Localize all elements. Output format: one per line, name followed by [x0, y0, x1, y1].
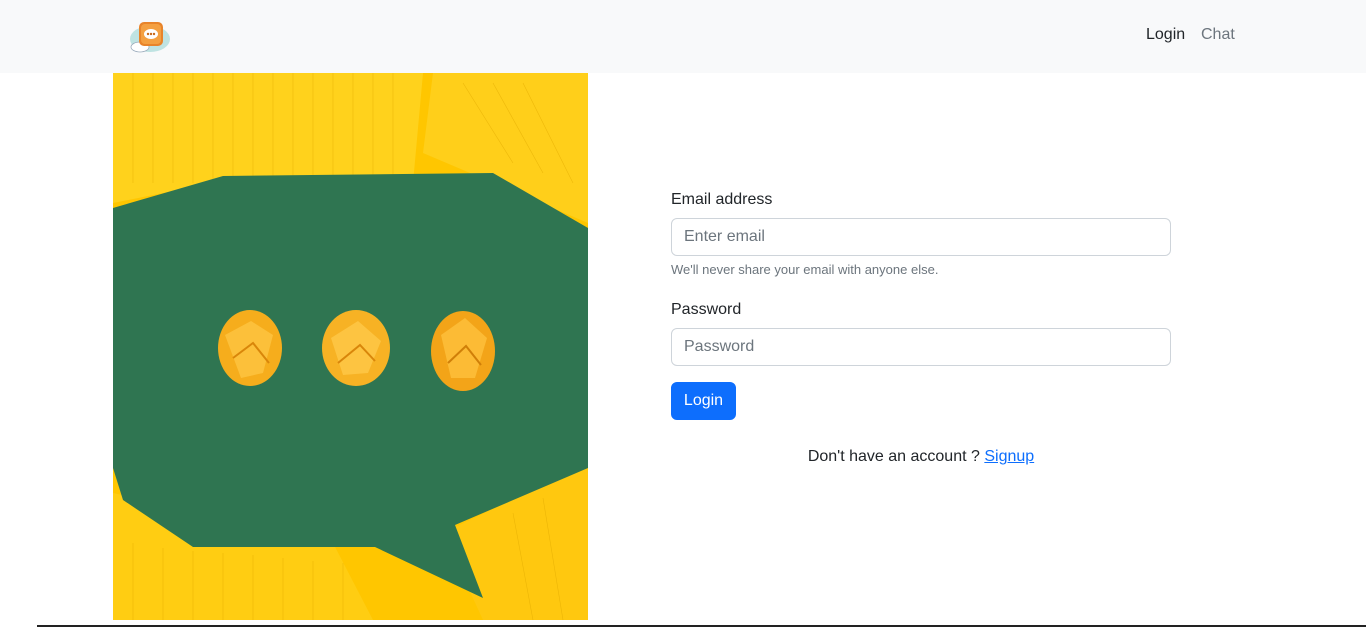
brand-logo-icon[interactable]: [128, 18, 172, 54]
email-help-text: We'll never share your email with anyone…: [671, 262, 939, 277]
email-label: Email address: [671, 191, 773, 208]
password-input[interactable]: [671, 328, 1171, 366]
hero-image: [113, 73, 588, 620]
signup-prompt: Don't have an account ?: [807, 448, 980, 465]
signup-link[interactable]: Signup: [984, 448, 1034, 465]
email-input[interactable]: [671, 218, 1171, 256]
navbar: Login Chat: [0, 0, 1366, 73]
signup-row: Don't have an account ? Signup: [671, 447, 1171, 467]
nav-link-login[interactable]: Login: [1146, 25, 1185, 45]
nav-link-chat[interactable]: Chat: [1201, 25, 1235, 45]
password-label: Password: [671, 301, 742, 318]
login-button[interactable]: Login: [671, 382, 736, 420]
